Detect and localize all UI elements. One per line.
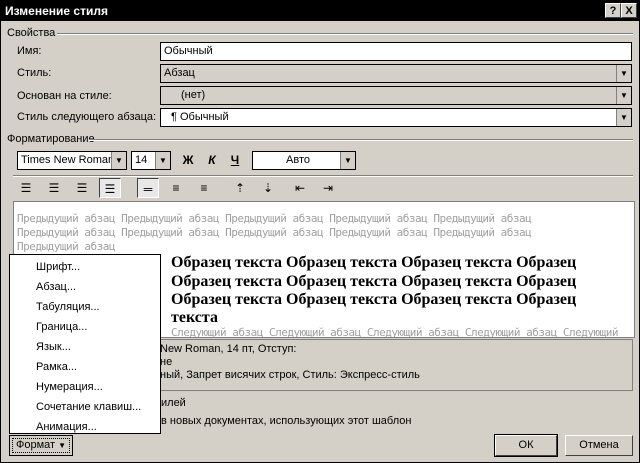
menu-item-numbering[interactable]: Нумерация...	[36, 381, 103, 393]
preview-sample-line: Образец текста Образец текста Образец те…	[171, 273, 577, 290]
menu-item-shortcut-key[interactable]: Сочетание клавиш...	[36, 401, 141, 413]
divider	[89, 139, 633, 141]
help-button[interactable]: ?	[605, 3, 621, 18]
menu-item-font[interactable]: Шрифт...	[36, 261, 80, 273]
font-name-select[interactable]: Times New Roman ▼	[17, 151, 127, 170]
font-color-select[interactable]: Авто ▼	[252, 151, 356, 170]
formatting-group-label: Форматирование	[7, 133, 95, 145]
divider	[57, 33, 633, 35]
based-on-select[interactable]: (нет) ▼	[160, 86, 632, 105]
new-documents-option-label: в новых документах, использующих этот ша…	[161, 415, 412, 427]
italic-button[interactable]: К	[201, 150, 223, 170]
align-left-icon[interactable]: ☰	[15, 178, 37, 198]
chevron-down-icon[interactable]: ▼	[111, 152, 126, 169]
ok-button[interactable]: ОК	[494, 434, 558, 457]
format-button-label: Формат	[15, 439, 56, 451]
font-size-select[interactable]: 14 ▼	[131, 151, 171, 170]
align-justify-icon[interactable]: ☰	[99, 178, 121, 198]
preview-previous-line: Предыдущий абзац Предыдущий абзац Предыд…	[17, 212, 532, 225]
preview-previous-line: Предыдущий абзац	[17, 240, 115, 253]
menu-item-border[interactable]: Граница...	[36, 321, 87, 333]
based-on-label: Основан на стиле:	[17, 90, 112, 102]
description-line: ный, Запрет висячих строк, Стиль: Экспре…	[160, 369, 420, 381]
dialog-title: Изменение стиля	[5, 4, 108, 18]
align-right-icon[interactable]: ☰	[71, 178, 93, 198]
description-line: New Roman, 14 пт, Отступ:	[160, 343, 297, 355]
properties-group-label: Свойства	[7, 27, 56, 39]
name-label: Имя:	[17, 45, 42, 57]
preview-next-line: Следующий абзац Следующий абзац Следующи…	[171, 326, 618, 338]
add-to-quick-styles-label: илей	[161, 397, 186, 409]
increase-indent-icon[interactable]: ⇥	[317, 178, 339, 198]
preview-sample-line: текста	[171, 309, 218, 326]
space-before-icon[interactable]: ⇡	[229, 178, 251, 198]
cancel-button[interactable]: Отмена	[565, 435, 633, 456]
font-size-value: 14	[135, 154, 148, 166]
style-type-label: Стиль:	[17, 67, 52, 79]
chevron-down-icon[interactable]: ▼	[155, 152, 170, 169]
menu-item-language[interactable]: Язык...	[36, 341, 71, 353]
next-style-value: ¶ Обычный	[171, 111, 229, 123]
line-spacing-double-icon[interactable]: ≡	[193, 178, 215, 198]
description-line: не	[160, 356, 173, 368]
chevron-down-icon: ▼	[58, 441, 67, 450]
menu-item-frame[interactable]: Рамка...	[36, 361, 77, 373]
name-input[interactable]: Обычный	[160, 42, 632, 61]
menu-item-paragraph[interactable]: Абзац...	[36, 281, 76, 293]
line-spacing-single-icon[interactable]: ═	[137, 178, 159, 198]
font-name-value: Times New Roman	[21, 154, 115, 166]
chevron-down-icon[interactable]: ▼	[616, 65, 631, 82]
modify-style-dialog: Изменение стиля ? X Свойства Имя: Обычны…	[0, 0, 640, 463]
chevron-down-icon[interactable]: ▼	[616, 87, 631, 104]
space-after-icon[interactable]: ⇣	[257, 178, 279, 198]
style-type-select[interactable]: Абзац ▼	[160, 64, 632, 83]
font-color-value: Авто	[286, 154, 310, 166]
chevron-down-icon[interactable]: ▼	[340, 152, 355, 169]
based-on-value: (нет)	[181, 89, 206, 101]
align-center-icon[interactable]: ☰	[43, 178, 65, 198]
menu-item-animation[interactable]: Анимация...	[36, 421, 97, 433]
format-menu: Шрифт... Абзац... Табуляция... Граница..…	[9, 254, 161, 434]
preview-sample-line: Образец текста Образец текста Образец те…	[171, 291, 577, 308]
line-spacing-one-half-icon[interactable]: ≡	[165, 178, 187, 198]
preview-previous-line: Предыдущий абзац Предыдущий абзац Предыд…	[17, 226, 532, 239]
menu-item-tabs[interactable]: Табуляция...	[36, 301, 100, 313]
style-type-value: Абзац	[164, 67, 195, 79]
next-style-label: Стиль следующего абзаца:	[17, 111, 157, 123]
bold-button[interactable]: Ж	[177, 150, 199, 170]
chevron-down-icon[interactable]: ▼	[616, 109, 631, 126]
preview-sample-line: Образец текста Образец текста Образец те…	[171, 254, 577, 271]
decrease-indent-icon[interactable]: ⇤	[289, 178, 311, 198]
underline-button[interactable]: Ч	[224, 150, 246, 170]
format-button[interactable]: Формат ▼	[9, 435, 73, 456]
close-button[interactable]: X	[621, 3, 637, 18]
next-style-select[interactable]: ¶ Обычный ▼	[160, 108, 632, 127]
divider	[13, 175, 633, 177]
title-bar: Изменение стиля ? X	[1, 1, 639, 21]
